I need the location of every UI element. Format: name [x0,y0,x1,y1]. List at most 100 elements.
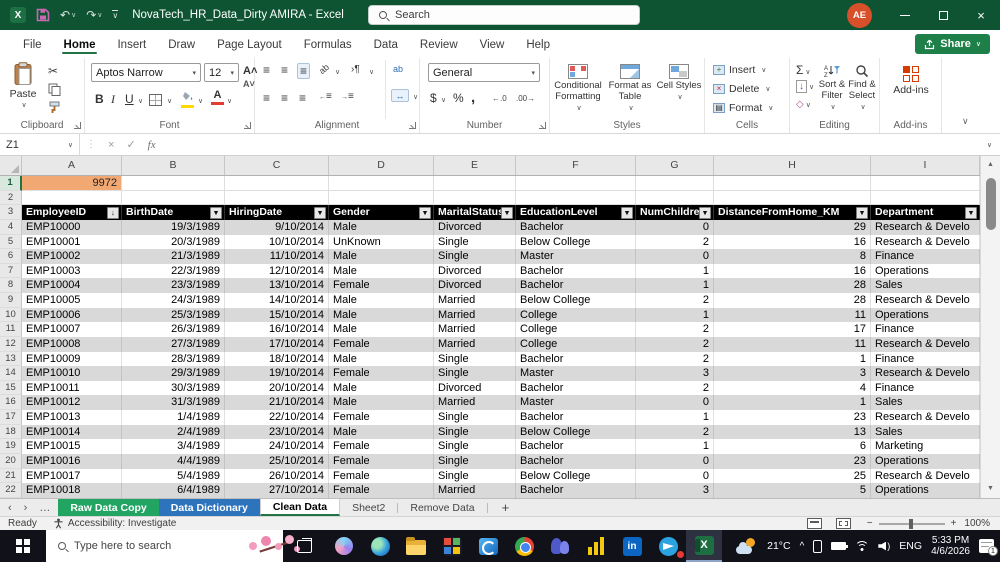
cell[interactable]: Divorced [434,219,516,235]
share-button[interactable]: Share ∨ [915,34,990,54]
cell[interactable]: 1 [636,410,714,425]
cell[interactable] [225,176,329,191]
cell[interactable]: Male [329,263,434,279]
row-number-11[interactable]: 11 [0,322,22,337]
cell[interactable]: Bachelor [516,453,636,469]
row-number-20[interactable]: 20 [0,453,22,469]
menu-tab-file[interactable]: File [12,33,53,55]
cell[interactable]: Male [329,219,434,235]
redo-button[interactable]: ↷∨ [86,9,102,21]
cell[interactable]: Divorced [434,263,516,279]
cell[interactable]: Single [434,351,516,367]
cell[interactable]: 23/3/1989 [122,278,225,293]
table-header-cell[interactable]: Gender ▾ [329,205,434,220]
clock[interactable]: 5:33 PM 4/6/2026 [931,535,970,557]
cell[interactable]: Divorced [434,278,516,293]
cell[interactable]: Male [329,424,434,440]
row-number-3[interactable]: 3 [0,205,22,220]
cell[interactable]: EMP10001 [22,234,122,250]
cell[interactable]: 17 [714,322,871,337]
taskbar-excel[interactable]: X [686,530,722,562]
table-header-cell[interactable]: EmployeeID ↓ [22,205,122,220]
cell[interactable]: Operations [871,263,980,279]
taskbar-search[interactable]: Type here to search [46,530,300,562]
cell[interactable]: 8 [714,249,871,264]
cell[interactable]: 1 [714,395,871,410]
cell[interactable] [871,176,980,191]
format-as-table-button[interactable]: Format as Table ∨ [606,64,654,113]
cell[interactable]: Female [329,278,434,293]
cell[interactable]: Male [329,249,434,264]
cell[interactable]: 26/3/1989 [122,322,225,337]
menu-tab-insert[interactable]: Insert [106,33,157,55]
underline-button[interactable]: U [125,92,134,106]
cell[interactable] [122,176,225,191]
more-sheets-icon[interactable]: … [39,502,50,514]
taskbar-telegram[interactable] [650,530,686,562]
insert-cells-button[interactable]: + Insert ∨ [713,64,766,76]
undo-dropdown-icon[interactable]: ∨ [71,12,76,19]
percent-style-button[interactable]: % [453,91,464,105]
cell[interactable]: Master [516,249,636,264]
cell[interactable]: 9972 [22,176,122,191]
weather-icon[interactable] [736,538,758,554]
cell[interactable] [636,176,714,191]
cancel-entry-icon[interactable]: × [108,139,114,151]
cell[interactable]: EMP10000 [22,219,122,235]
find-select-button[interactable]: Find & Select ∨ [846,64,878,112]
cell[interactable]: 22/3/1989 [122,263,225,279]
cell[interactable]: 3/4/1989 [122,439,225,454]
row-number-12[interactable]: 12 [0,336,22,352]
column-header-E[interactable]: E [434,156,516,175]
cell[interactable]: 16 [714,234,871,250]
table-header-cell[interactable]: Department ▾ [871,205,980,220]
cell[interactable]: College [516,322,636,337]
search-box[interactable]: Search [368,5,640,25]
cell[interactable]: EMP10016 [22,453,122,469]
cell[interactable]: 2 [636,336,714,352]
new-sheet-button[interactable]: + [488,499,524,516]
underline-dropdown-icon[interactable]: ∨ [138,97,143,105]
accounting-dropdown-icon[interactable]: ∨ [441,96,446,104]
cell[interactable]: EMP10013 [22,410,122,425]
cell[interactable]: Married [434,322,516,337]
cell[interactable]: 15/10/2014 [225,307,329,323]
zoom-level[interactable]: 100% [964,518,990,529]
row-number-5[interactable]: 5 [0,234,22,250]
restore-button[interactable] [924,0,962,30]
filter-button[interactable]: ▾ [501,206,513,219]
cell[interactable]: EMP10015 [22,439,122,454]
cell[interactable]: 31/3/1989 [122,395,225,410]
row-number-14[interactable]: 14 [0,366,22,381]
menu-tab-view[interactable]: View [469,33,516,55]
sort-filter-button[interactable]: AZ Sort & Filter ∨ [816,64,848,112]
cell[interactable]: 2 [636,293,714,308]
middle-align-button[interactable]: ≡ [279,63,290,77]
cell[interactable]: Female [329,366,434,381]
cell[interactable]: Female [329,336,434,352]
cell[interactable]: Research & Develo [871,336,980,352]
cell[interactable]: Finance [871,249,980,264]
merge-dropdown-icon[interactable]: ∨ [413,93,418,101]
cell[interactable]: 24/10/2014 [225,439,329,454]
cell[interactable]: Research & Develo [871,219,980,235]
cell[interactable]: Below College [516,468,636,484]
taskbar-linkedin[interactable]: in [614,530,650,562]
cell[interactable]: 0 [636,219,714,235]
sheet-tab-remove-data[interactable]: Remove Data [398,499,486,516]
column-header-C[interactable]: C [225,156,329,175]
cell[interactable]: 13 [714,424,871,440]
fill-color-dropdown-icon[interactable]: ∨ [198,97,203,105]
cell[interactable]: 13/10/2014 [225,278,329,293]
menu-tab-draw[interactable]: Draw [157,33,206,55]
select-all-corner[interactable] [0,156,22,175]
cell[interactable]: 4 [714,380,871,396]
start-button[interactable] [0,530,46,562]
cell[interactable]: EMP10007 [22,322,122,337]
cell[interactable]: College [516,336,636,352]
filter-button[interactable]: ▾ [699,206,711,219]
cell[interactable]: Bachelor [516,483,636,498]
cell[interactable] [714,190,871,206]
next-sheet-icon[interactable]: › [24,502,28,514]
taskbar-edge[interactable] [362,530,398,562]
